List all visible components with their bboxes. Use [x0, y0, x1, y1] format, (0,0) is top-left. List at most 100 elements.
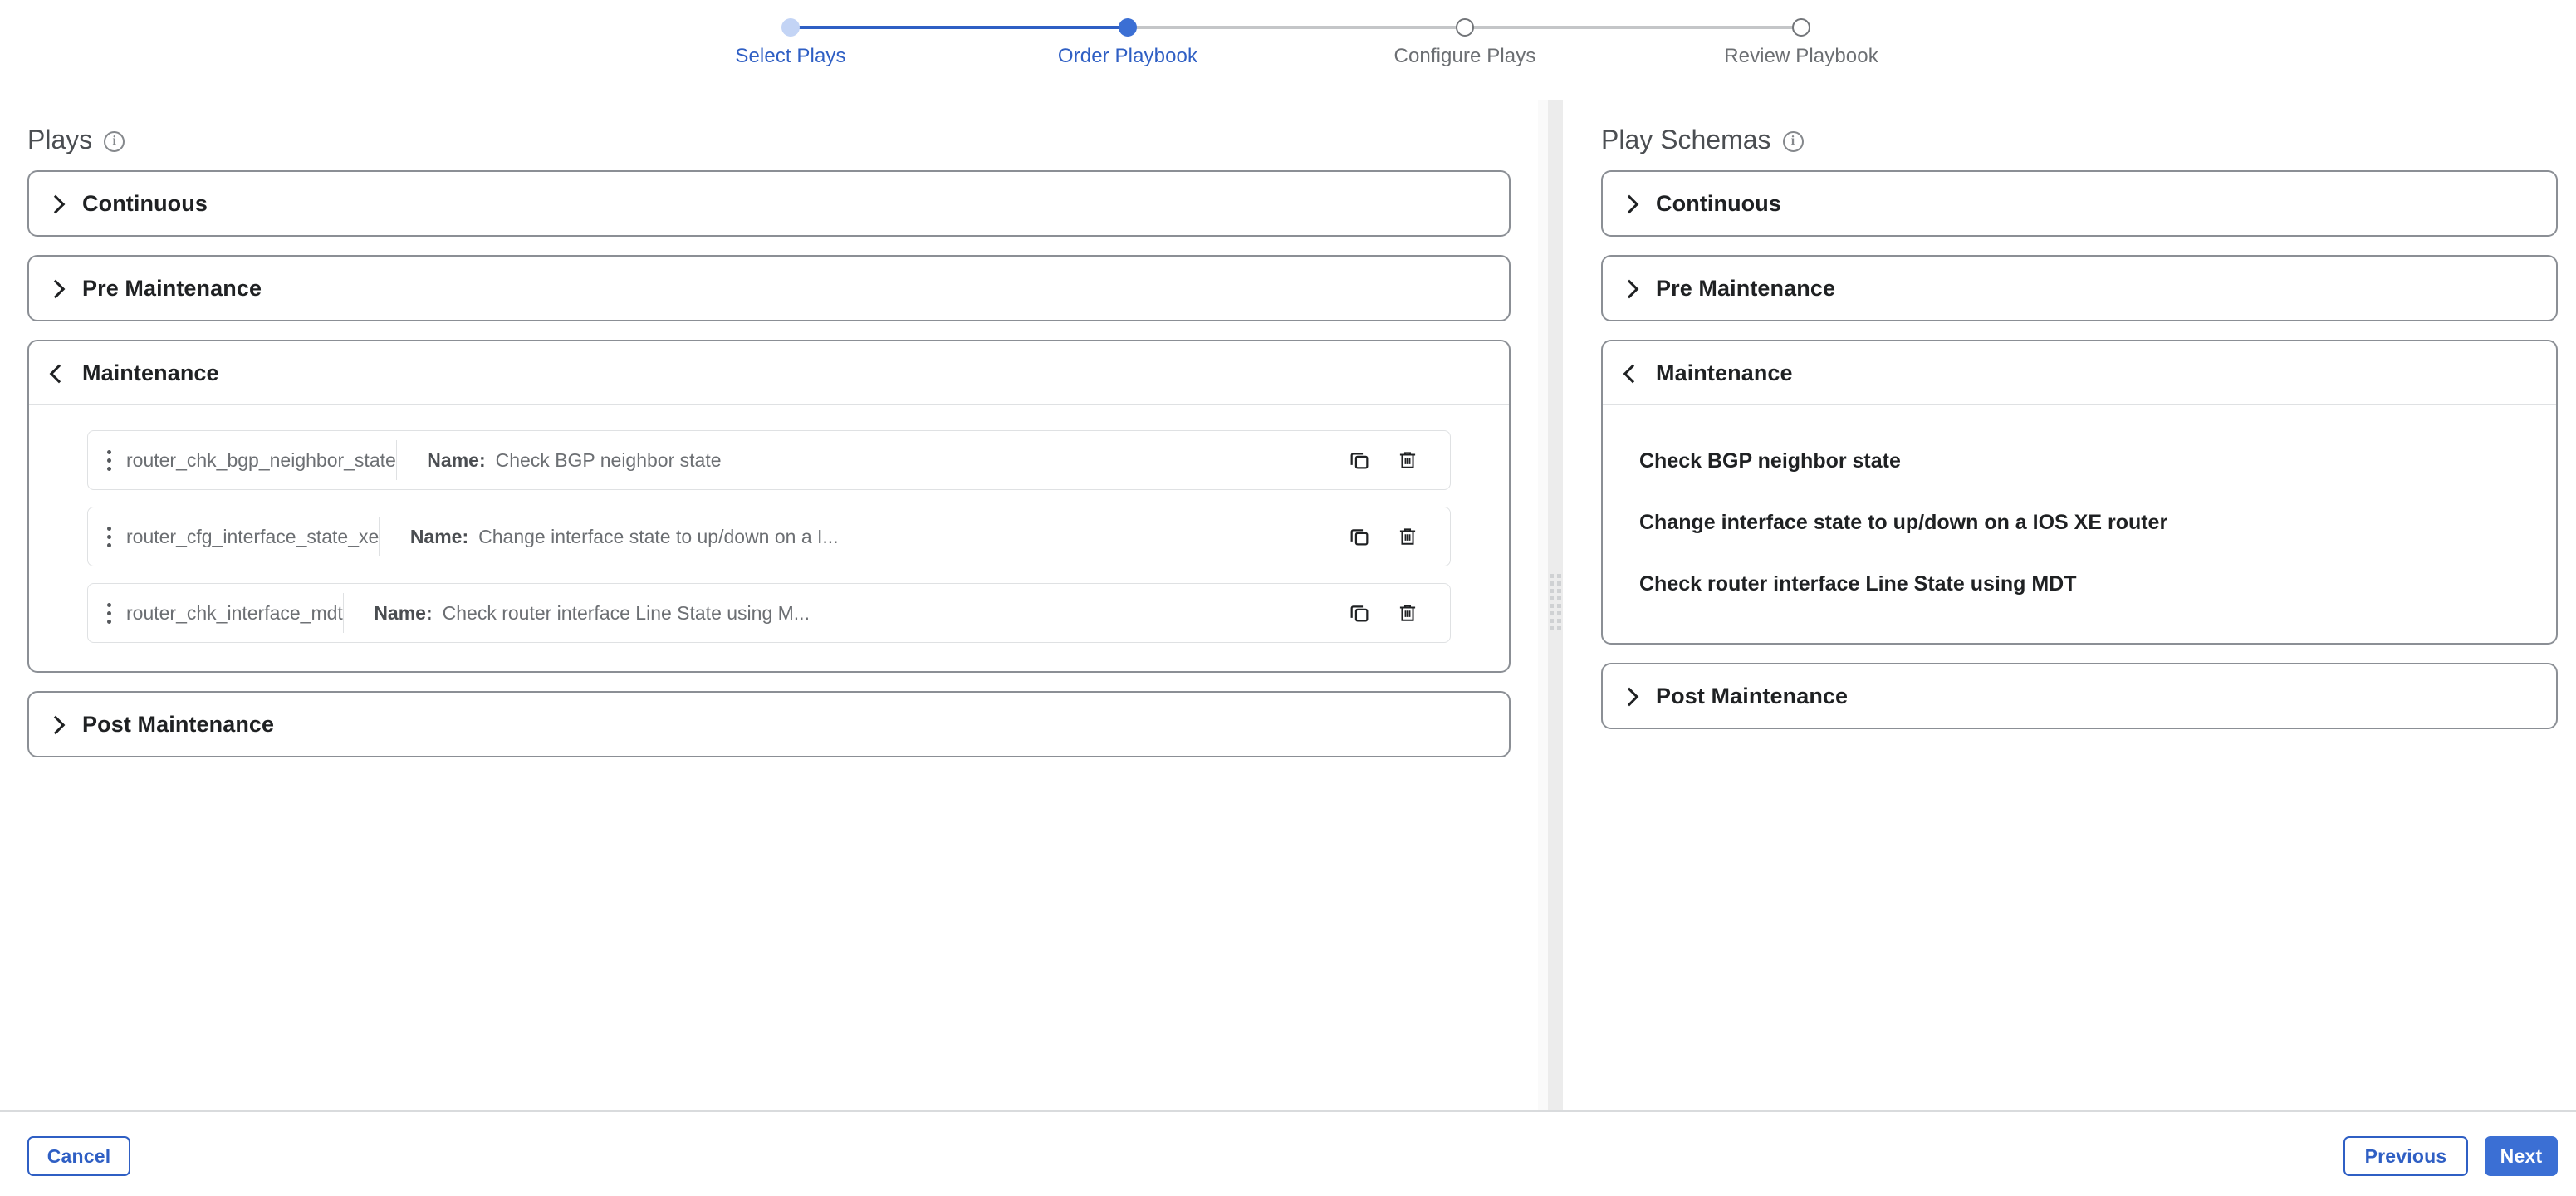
- stepper-label: Order Playbook: [1057, 45, 1198, 67]
- accordion-post-maintenance: Post Maintenance: [27, 691, 1511, 757]
- stepper-dot-todo: [1456, 18, 1474, 37]
- play-id: router_chk_interface_mdt: [126, 601, 343, 624]
- grip-dot: [1557, 603, 1561, 608]
- schemas-accordion-list: Continuous Pre Maintenance Maintenance Chec…: [1574, 155, 2576, 729]
- schema-list-item[interactable]: Check router interface Line State using …: [1603, 553, 2556, 615]
- play-name-label: Name:: [374, 601, 433, 624]
- accordion-header[interactable]: Post Maintenance: [29, 693, 1509, 756]
- grip-dot: [1550, 596, 1554, 600]
- grip-dot: [1557, 588, 1561, 593]
- chevron-left-icon: [47, 364, 66, 382]
- schema-list-item[interactable]: Change interface state to up/down on a I…: [1603, 492, 2556, 553]
- next-button[interactable]: Next: [2485, 1136, 2558, 1176]
- play-row-actions: [1330, 517, 1450, 556]
- chevron-right-icon: [1621, 687, 1639, 705]
- play-name-cell: Name: Change interface state to up/down o…: [380, 526, 1330, 548]
- trash-icon[interactable]: [1395, 524, 1420, 549]
- play-name-label: Name:: [409, 525, 469, 547]
- copy-icon[interactable]: [1347, 524, 1372, 549]
- accordion-maintenance: Maintenance router_chk_bgp_neighbor_state…: [27, 340, 1511, 673]
- accordion-pre-maintenance: Pre Maintenance: [27, 255, 1511, 321]
- grip-dot: [1557, 596, 1561, 600]
- drag-handle-icon[interactable]: [88, 507, 126, 566]
- stepper-label: Configure Plays: [1393, 45, 1536, 67]
- chevron-right-icon: [47, 715, 66, 733]
- stepper-dot-done: [781, 18, 800, 37]
- play-name-cell: Name: Check BGP neighbor state: [397, 449, 1330, 472]
- schema-list-item[interactable]: Check BGP neighbor state: [1603, 430, 2556, 492]
- play-row[interactable]: router_chk_interface_mdt Name: Check route…: [87, 583, 1451, 643]
- accordion-header[interactable]: Continuous: [29, 172, 1509, 235]
- grip-dot: [1557, 581, 1561, 586]
- grip-dot: [1550, 610, 1554, 615]
- grip-dot: [1557, 618, 1561, 623]
- copy-icon[interactable]: [1347, 600, 1372, 625]
- stepper-dot-active: [1119, 18, 1137, 37]
- cancel-button[interactable]: Cancel: [27, 1136, 130, 1176]
- play-name-label: Name:: [427, 448, 486, 471]
- accordion-pre-maintenance: Pre Maintenance: [1601, 255, 2558, 321]
- accordion-title: Post Maintenance: [82, 711, 275, 737]
- grip-dot: [1550, 573, 1554, 578]
- accordion-header[interactable]: Maintenance: [29, 341, 1509, 404]
- trash-icon[interactable]: [1395, 600, 1420, 625]
- stepper-step-2[interactable]: Order Playbook: [1011, 0, 1244, 68]
- schemas-title: Play Schemas: [1601, 125, 1771, 154]
- grip-dot: [1557, 625, 1561, 630]
- play-name-value: Check BGP neighbor state: [495, 448, 722, 471]
- stepper-label: Review Playbook: [1724, 45, 1878, 67]
- accordion-header[interactable]: Maintenance: [1603, 341, 2556, 404]
- chevron-right-icon: [1621, 194, 1639, 213]
- stepper-step-3[interactable]: Configure Plays: [1349, 0, 1581, 68]
- schemas-panel-header: Play Schemas i: [1574, 100, 2576, 155]
- accordion-header[interactable]: Post Maintenance: [1603, 664, 2556, 728]
- play-schemas-panel: Play Schemas i Continuous Pre Maintenance…: [1574, 100, 2576, 1110]
- copy-icon[interactable]: [1347, 448, 1372, 473]
- chevron-right-icon: [47, 194, 66, 213]
- accordion-header[interactable]: Continuous: [1603, 172, 2556, 235]
- accordion-post-maintenance: Post Maintenance: [1601, 663, 2558, 729]
- stepper-step-1[interactable]: Select Plays: [674, 0, 907, 68]
- grip-dot: [1557, 610, 1561, 615]
- stepper-label: Select Plays: [735, 45, 846, 67]
- wizard-stepper: Select Plays Order Playbook Configure Play…: [0, 0, 2576, 100]
- accordion-title: Pre Maintenance: [82, 275, 262, 301]
- chevron-left-icon: [1621, 364, 1639, 382]
- accordion-continuous: Continuous: [27, 170, 1511, 237]
- panel-splitter[interactable]: [1538, 100, 1574, 1110]
- accordion-header[interactable]: Pre Maintenance: [29, 257, 1509, 320]
- accordion-title: Maintenance: [82, 360, 219, 385]
- chevron-right-icon: [47, 279, 66, 297]
- trash-icon[interactable]: [1395, 448, 1420, 473]
- play-name-value: Check router interface Line State using …: [442, 601, 810, 624]
- accordion-body: Check BGP neighbor state Change interface…: [1603, 404, 2556, 643]
- plays-accordion-list: Continuous Pre Maintenance Maintenance rout…: [0, 155, 1538, 757]
- play-row[interactable]: router_chk_bgp_neighbor_state Name: Check …: [87, 430, 1451, 490]
- splitter-grip-icon[interactable]: [1550, 573, 1561, 637]
- play-name-cell: Name: Check router interface Line State u…: [344, 602, 1330, 625]
- drag-handle-icon[interactable]: [88, 431, 126, 489]
- play-id: router_chk_bgp_neighbor_state: [126, 448, 396, 471]
- play-row[interactable]: router_cfg_interface_state_xe Name: Change…: [87, 507, 1451, 566]
- grip-dot: [1550, 603, 1554, 608]
- plays-panel: Plays i Continuous Pre Maintenance Mainten…: [0, 100, 1538, 1110]
- accordion-maintenance: Maintenance Check BGP neighbor state Chang…: [1601, 340, 2558, 645]
- info-icon[interactable]: i: [1782, 130, 1804, 152]
- grip-dot: [1557, 573, 1561, 578]
- accordion-title: Continuous: [82, 190, 208, 216]
- stepper-step-4[interactable]: Review Playbook: [1685, 0, 1917, 68]
- stepper-dot-todo: [1792, 18, 1810, 37]
- plays-panel-header: Plays i: [0, 100, 1538, 155]
- play-name-value: Change interface state to up/down on a I…: [478, 525, 839, 547]
- info-icon[interactable]: i: [104, 130, 125, 152]
- play-id: router_cfg_interface_state_xe: [126, 525, 380, 547]
- accordion-title: Pre Maintenance: [1656, 275, 1836, 301]
- previous-button[interactable]: Previous: [2343, 1136, 2468, 1176]
- accordion-title: Continuous: [1656, 190, 1781, 216]
- accordion-header[interactable]: Pre Maintenance: [1603, 257, 2556, 320]
- chevron-right-icon: [1621, 279, 1639, 297]
- accordion-body: router_chk_bgp_neighbor_state Name: Check …: [29, 404, 1509, 671]
- drag-handle-icon[interactable]: [88, 584, 126, 642]
- accordion-continuous: Continuous: [1601, 170, 2558, 237]
- workspace: Plays i Continuous Pre Maintenance Mainten…: [0, 100, 2576, 1110]
